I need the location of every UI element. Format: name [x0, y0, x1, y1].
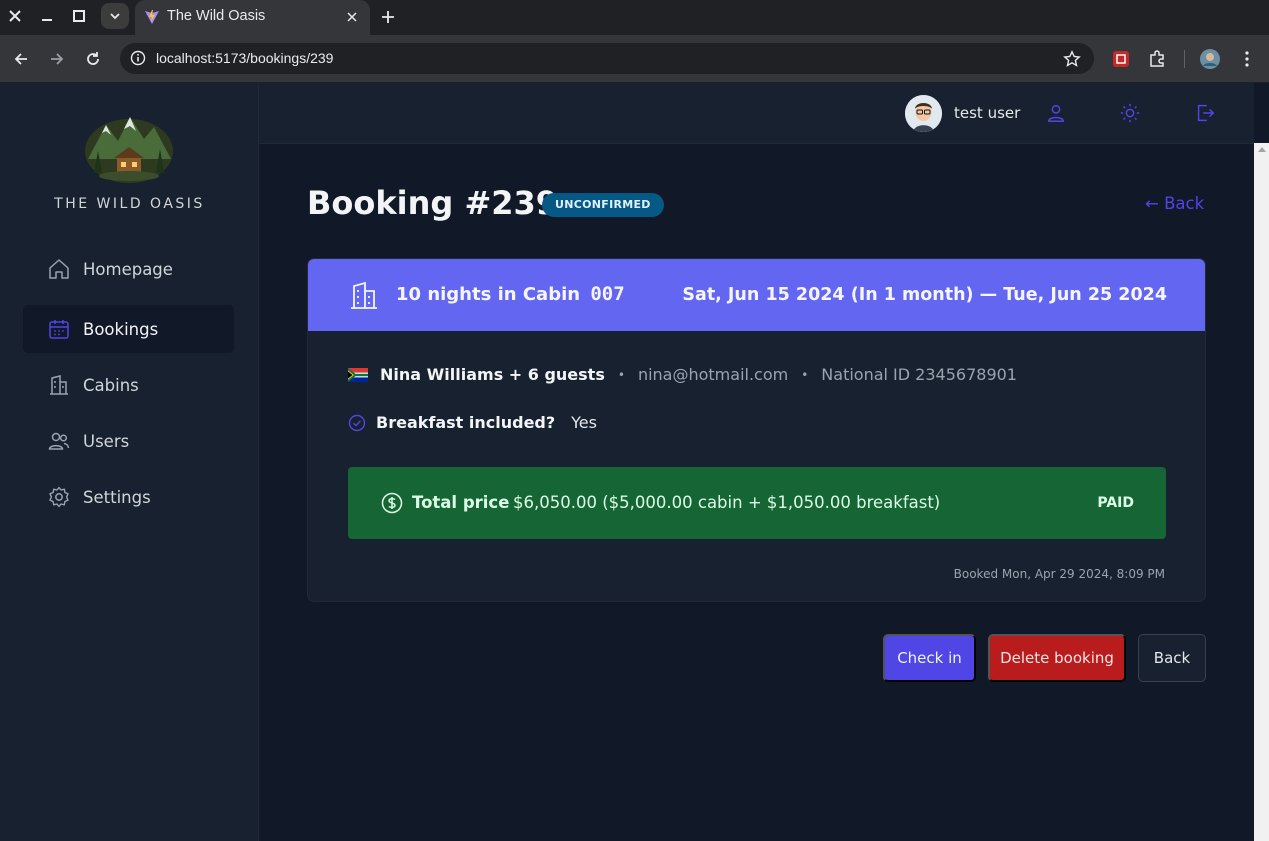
gear-icon [47, 485, 71, 509]
tab-close-icon[interactable] [344, 9, 360, 25]
sidebar-item-label: Cabins [83, 375, 139, 395]
sidebar: THE WILD OASIS Homepage Bookings Cabins … [0, 83, 259, 841]
dollar-circle-icon [381, 492, 403, 514]
new-tab-plus-icon[interactable] [377, 6, 399, 28]
breakfast-row: Breakfast included? Yes [348, 413, 597, 432]
main-content: Booking #239 UNCONFIRMED ← Back 10 night… [259, 144, 1254, 841]
building-icon [47, 373, 71, 397]
sidebar-item-cabins[interactable]: Cabins [23, 361, 234, 409]
wild-oasis-logo [85, 117, 173, 183]
guest-national-id: National ID 2345678901 [821, 365, 1017, 384]
cabin-name: 007 [590, 283, 625, 305]
delete-booking-button[interactable]: Delete booking [988, 634, 1126, 682]
browser-tab[interactable]: The Wild Oasis [135, 0, 370, 35]
sidebar-item-bookings[interactable]: Bookings [23, 305, 234, 353]
booking-dates: Sat, Jun 15 2024 (In 1 month) — Tue, Jun… [682, 285, 1167, 305]
check-in-button[interactable]: Check in [883, 634, 976, 682]
nights-summary: 10 nights in Cabin 007 [396, 283, 625, 305]
sun-icon[interactable] [1118, 101, 1142, 125]
extensions-puzzle-icon[interactable] [1146, 48, 1168, 70]
price-box: Total price $6,050.00 ($5,000.00 cabin +… [348, 467, 1166, 539]
south-africa-flag-icon [348, 367, 368, 382]
site-info-icon[interactable] [128, 48, 148, 68]
address-bar[interactable]: localhost:5173/bookings/239 [120, 43, 1094, 74]
vite-favicon-icon [145, 10, 159, 24]
page-scrollbar[interactable] [1254, 143, 1269, 841]
sidebar-item-label: Homepage [83, 259, 173, 279]
reload-icon[interactable] [81, 47, 105, 71]
back-button[interactable]: Back [1138, 634, 1206, 682]
app-header: test user [259, 83, 1254, 144]
tab-title: The Wild Oasis [167, 8, 266, 24]
back-arrow-icon[interactable] [9, 47, 33, 71]
sidebar-item-users[interactable]: Users [23, 417, 234, 465]
scroll-up-arrow-icon[interactable] [1258, 147, 1266, 152]
breakfast-value: Yes [571, 413, 597, 432]
booking-detail-card: 10 nights in Cabin 007 Sat, Jun 15 2024 … [307, 258, 1206, 602]
browser-tab-bar: The Wild Oasis [0, 0, 1269, 35]
chevron-down-icon [110, 13, 120, 20]
separator-dot: • [617, 367, 625, 382]
sidebar-item-label: Bookings [83, 319, 159, 339]
tab-search-button[interactable] [101, 3, 129, 29]
url-text: localhost:5173/bookings/239 [156, 50, 334, 66]
minimize-window-icon[interactable] [35, 4, 59, 28]
check-circle-icon [348, 414, 366, 431]
guest-info: Nina Williams + 6 guests • nina@hotmail.… [348, 365, 1017, 384]
bookmark-star-icon[interactable] [1062, 49, 1082, 69]
page-title: Booking #239 [307, 184, 559, 222]
guest-email: nina@hotmail.com [637, 365, 789, 384]
browser-toolbar: localhost:5173/bookings/239 [0, 35, 1269, 83]
browser-menu-icon[interactable] [1236, 48, 1258, 70]
building-icon [351, 281, 377, 309]
status-badge: UNCONFIRMED [542, 193, 664, 217]
close-window-icon[interactable] [3, 4, 27, 28]
sidebar-item-settings[interactable]: Settings [23, 473, 234, 521]
brand-name: THE WILD OASIS [54, 196, 205, 212]
user-account-icon[interactable] [1044, 101, 1068, 125]
price-value: $6,050.00 ($5,000.00 cabin + $1,050.00 b… [513, 493, 941, 512]
username: test user [954, 104, 1021, 122]
users-icon [47, 429, 71, 453]
avatar[interactable] [905, 95, 942, 132]
separator-dot: • [801, 367, 809, 382]
paid-status: PAID [1097, 495, 1134, 511]
profile-avatar-icon[interactable] [1199, 48, 1221, 70]
booking-card-header: 10 nights in Cabin 007 Sat, Jun 15 2024 … [308, 259, 1205, 331]
toolbar-divider [1184, 50, 1185, 68]
sidebar-item-label: Settings [83, 487, 151, 507]
sidebar-item-homepage[interactable]: Homepage [23, 245, 234, 293]
price-label: Total price [412, 493, 510, 512]
calendar-icon [47, 317, 71, 341]
sidebar-item-label: Users [83, 431, 130, 451]
home-icon [47, 257, 71, 281]
extension-red-icon[interactable] [1110, 48, 1132, 70]
logout-icon[interactable] [1193, 101, 1217, 125]
nights-text: 10 nights in Cabin [396, 284, 581, 305]
breakfast-label: Breakfast included? [376, 413, 556, 432]
booked-timestamp: Booked Mon, Apr 29 2024, 8:09 PM [953, 567, 1165, 581]
guest-name: Nina Williams + 6 guests [380, 365, 605, 384]
maximize-window-icon[interactable] [67, 4, 91, 28]
app-root: THE WILD OASIS Homepage Bookings Cabins … [0, 83, 1254, 841]
back-link[interactable]: ← Back [1145, 194, 1204, 213]
forward-arrow-icon[interactable] [45, 47, 69, 71]
